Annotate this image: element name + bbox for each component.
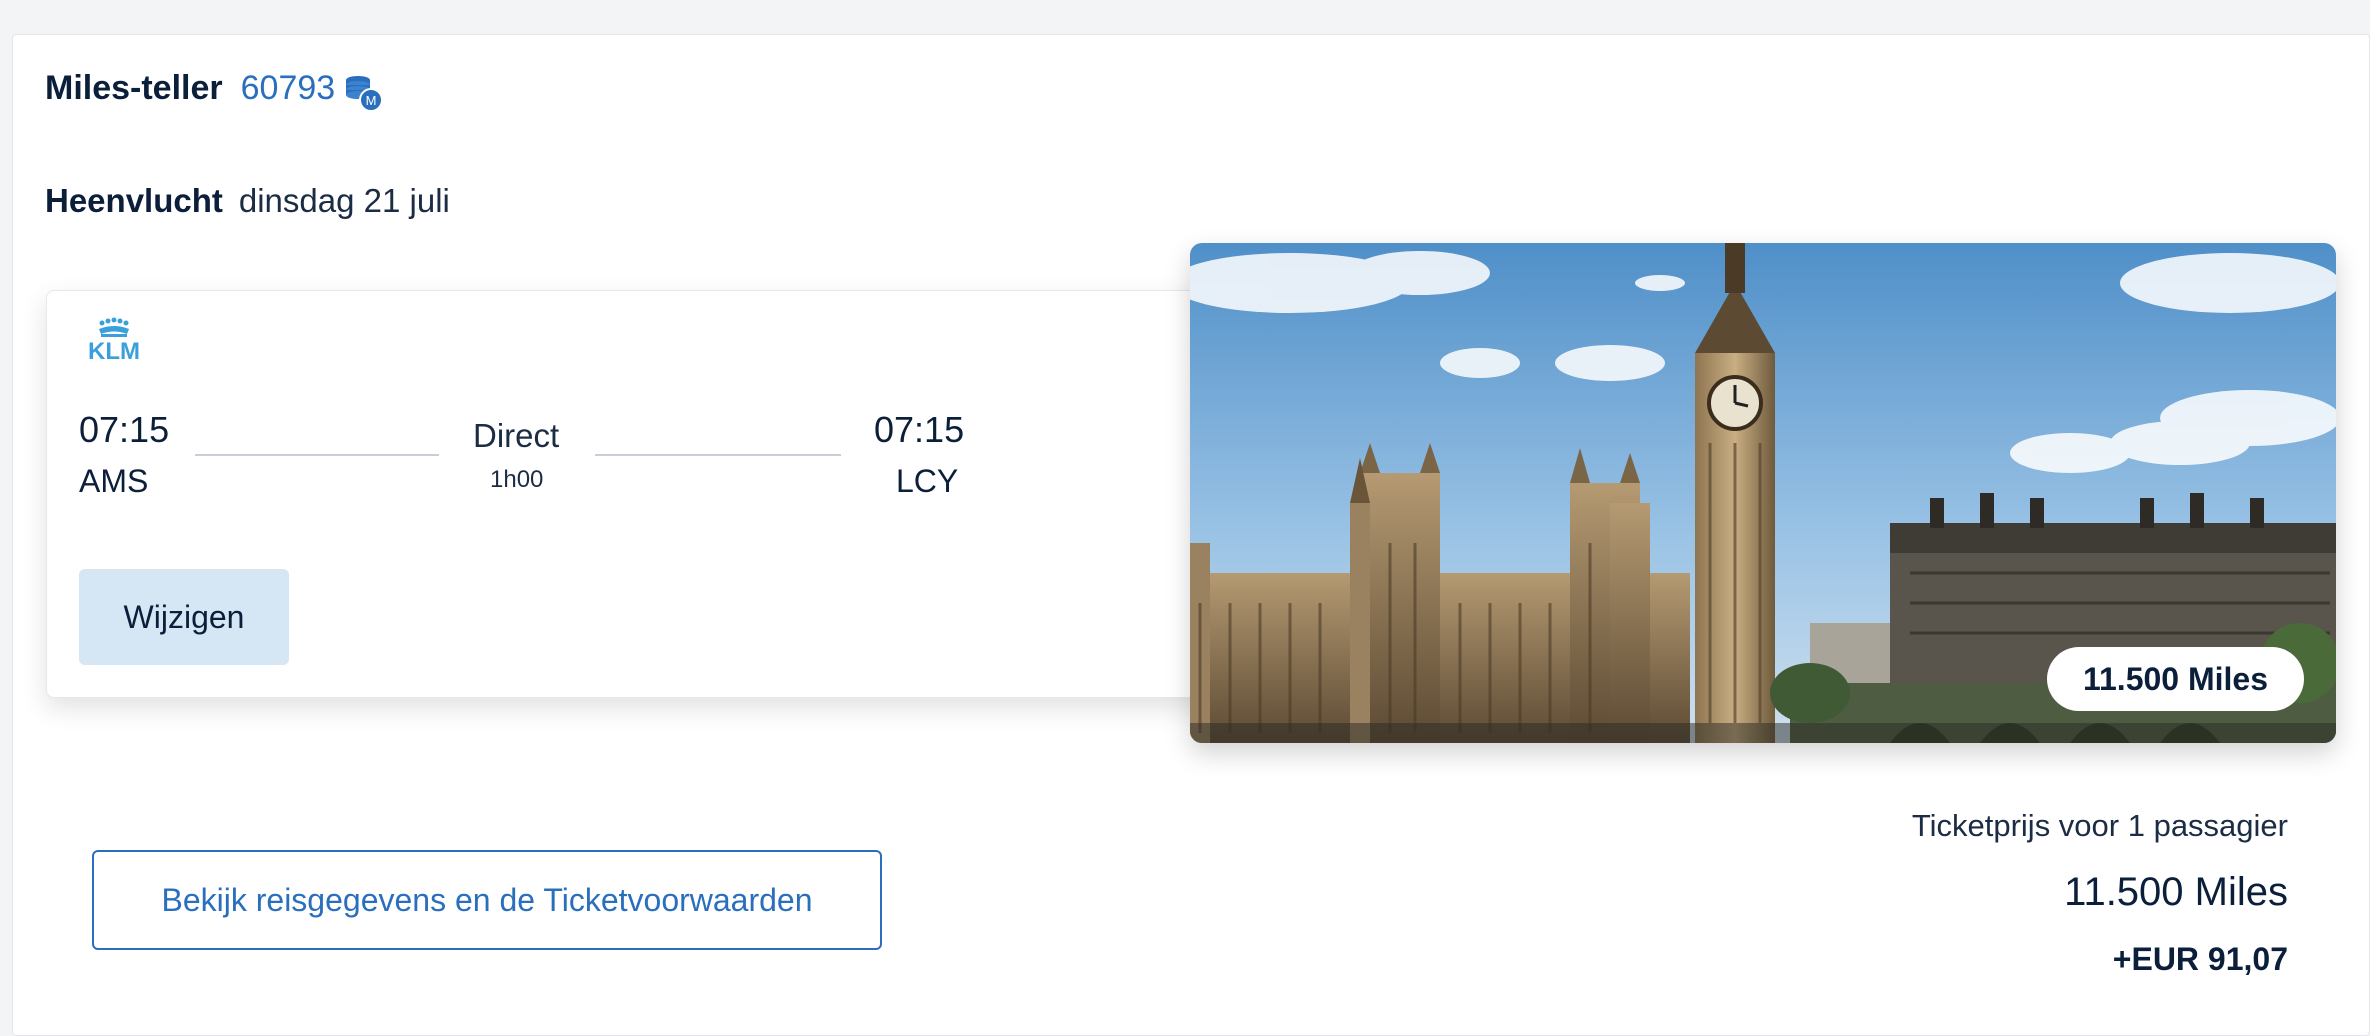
outbound-flight-label: Heenvlucht — [45, 182, 223, 219]
klm-logo-icon: KLM — [77, 317, 151, 365]
flight-duration: 1h00 — [490, 466, 544, 493]
price-summary: Ticketprijs voor 1 passagier 11.500 Mile… — [1912, 808, 2288, 978]
outbound-flight-header: Heenvlucht dinsdag 21 juli — [45, 182, 450, 220]
change-flight-button[interactable]: Wijzigen — [79, 569, 289, 665]
miles-coin-icon: M — [343, 72, 384, 112]
arrival-airport: LCY — [896, 463, 959, 499]
miles-counter-value: 60793 — [240, 68, 336, 107]
miles-coin-badge: M — [366, 93, 377, 108]
arrival-time: 07:15 — [874, 409, 965, 450]
outbound-flight-date: dinsdag 21 juli — [238, 182, 450, 219]
destination-image: 11.500 Miles — [1190, 243, 2336, 743]
price-surcharge: +EUR 91,07 — [2112, 941, 2288, 977]
price-miles: 11.500 Miles — [2064, 870, 2288, 914]
view-travel-details-button[interactable]: Bekijk reisgegevens en de Ticketvoorwaar… — [92, 850, 882, 950]
flight-stops: Direct — [473, 417, 560, 454]
miles-counter-label: Miles-teller — [45, 68, 223, 107]
price-caption: Ticketprijs voor 1 passagier — [1911, 808, 2288, 843]
route-line-left — [195, 454, 439, 456]
destination-miles-badge: 11.500 Miles — [2046, 647, 2304, 711]
departure-time: 07:15 — [79, 409, 170, 450]
departure-airport: AMS — [79, 463, 149, 499]
klm-logo-text: KLM — [88, 338, 140, 363]
route-line-right — [595, 454, 841, 456]
miles-counter: Miles-teller 60793 M — [45, 68, 384, 112]
flight-card: KLM 07:15 AMS Direct 1h00 07:15 LCY Wijz… — [46, 290, 1266, 698]
